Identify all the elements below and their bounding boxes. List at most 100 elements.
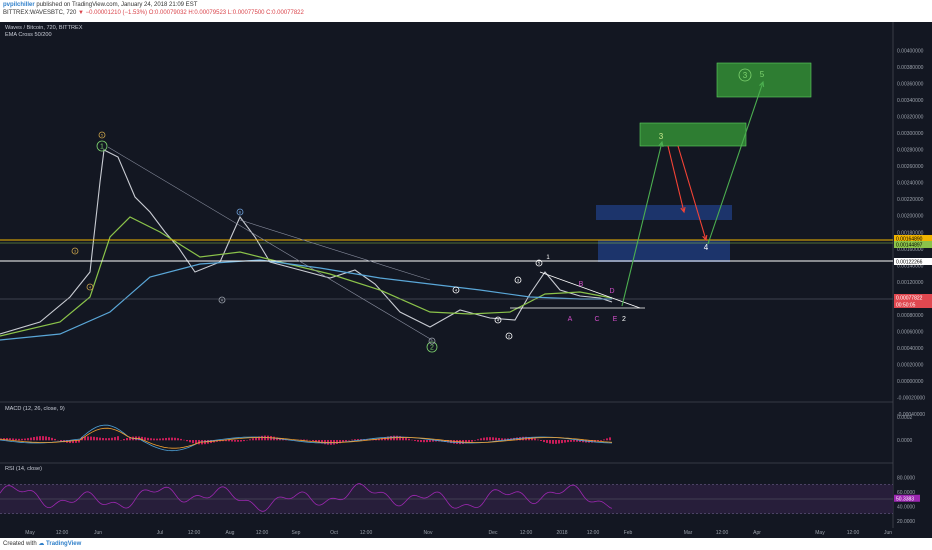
ohlc-values: O:0.00079032 H:0.00079523 L:0.00077500 C… [148,10,304,16]
wave-3-label: 3 [659,132,664,141]
macd-histogram-bar [489,437,491,441]
y-tick-label: 0.00200000 [897,214,924,220]
wave3-target-box [639,122,747,147]
macd-histogram-bar [33,437,35,441]
x-tick-label: May [815,530,825,536]
macd-histogram-bar [162,438,164,441]
x-tick-label: Oct [330,530,338,536]
macd-histogram-bar [558,440,560,444]
macd-histogram-bar [354,439,356,441]
macd-tick: 0.0000 [897,438,913,444]
y-tick-label: 0.00060000 [897,329,924,335]
macd-histogram-bar [90,436,92,441]
macd-histogram-bar [186,440,188,442]
macd-histogram-bar [15,438,17,441]
chart-background [0,22,932,538]
y-tick-label: 0.00080000 [897,313,924,319]
y-tick-label: 0.00040000 [897,346,924,352]
macd-histogram-bar [177,438,179,441]
macd-histogram-bar [153,438,155,441]
macd-histogram-bar [243,440,245,442]
macd-histogram-bar [351,439,353,441]
macd-histogram-bar [156,438,158,441]
macd-histogram-bar [231,440,233,442]
macd-histogram-bar [423,440,425,443]
wave-4-label: 4 [704,243,709,252]
macd-histogram-bar [477,439,479,441]
symbol-line: BITTREX:WAVESBTC, 720 [3,10,77,16]
macd-histogram-bar [408,438,410,441]
wave5-target-box [716,62,812,98]
macd-histogram-bar [165,437,167,441]
macd-legend: MACD (12, 26, close, 9) [5,406,65,412]
macd-histogram-bar [102,438,104,441]
y-tick-label: 0.00400000 [897,49,924,55]
macd-histogram-bar [126,437,128,441]
x-tick-label: 12:00 [256,530,269,536]
macd-histogram-bar [111,437,113,441]
x-tick-label: Jun [94,530,102,536]
author-name[interactable]: pvpilchiller [3,2,35,8]
macd-histogram-bar [105,438,107,441]
footer-created: Created with [3,541,37,547]
x-tick-label: 12:00 [188,530,201,536]
wave-D-label: D [609,288,614,295]
down-arrow-icon: ▼ [78,10,84,16]
macd-histogram-bar [609,437,611,441]
x-tick-label: Dec [489,530,498,536]
change-value: ▼ −0.00001210 (−1.53%) [78,10,147,16]
macd-histogram-bar [555,440,557,444]
chart-header: pvpilchiller published on TradingView.co… [0,0,932,22]
y-tick-label: 0.00340000 [897,98,924,104]
macd-histogram-bar [123,438,125,441]
x-tick-label: Jul [157,530,163,536]
macd-histogram-bar [450,440,452,444]
macd-histogram-bar [27,438,29,441]
macd-histogram-bar [414,440,416,441]
footer-brand[interactable]: TradingView [46,541,81,547]
macd-histogram-bar [228,440,230,442]
macd-histogram-bar [24,438,26,441]
x-tick-label: Aug [226,530,235,536]
macd-histogram-bar [417,440,419,442]
x-tick-label: 12:00 [520,530,533,536]
x-tick-label: 2018 [556,530,567,536]
macd-histogram-bar [537,439,539,441]
macd-histogram-bar [54,438,56,441]
y-tick-label: 0.00220000 [897,197,924,203]
macd-histogram-bar [336,440,338,445]
y-tick-label: 0.00300000 [897,131,924,137]
macd-histogram-bar [546,440,548,443]
macd-histogram-bar [174,437,176,441]
macd-histogram-bar [411,439,413,441]
y-tick-label: 0.00000000 [897,379,924,385]
y-tick-label: 0.00280000 [897,148,924,154]
x-tick-label: 12:00 [847,530,860,536]
x-tick-label: Feb [624,530,633,536]
y-tick-label: -0.00020000 [897,395,925,401]
price-chart[interactable]: 12343 5534BA44235C1ABCDE 2 0.004000000.003… [0,22,932,538]
resistance-zone-box [596,205,732,220]
wave-5-label: 5 [760,70,765,79]
x-tick-label: 12:00 [56,530,69,536]
macd-histogram-bar [168,437,170,441]
minor-wave-label: B [239,209,242,214]
macd-histogram-bar [606,438,608,441]
x-tick-label: 12:00 [716,530,729,536]
macd-histogram-bar [252,438,254,441]
x-tick-label: Apr [753,530,761,536]
wave-2-label: 2 [430,344,434,351]
macd-histogram-bar [303,439,305,441]
macd-histogram-bar [600,440,602,441]
macd-histogram-bar [147,437,149,441]
change-text: −0.00001210 (−1.53%) [85,10,148,16]
macd-histogram-bar [12,438,14,441]
macd-histogram-bar [426,440,428,443]
macd-histogram-bar [261,435,263,441]
macd-histogram-bar [240,440,242,442]
x-tick-label: Sep [292,530,301,536]
chart-legend: Waves / Bitcoin, 720, BITTREX EMA Cross … [5,25,83,39]
macd-histogram-bar [21,438,23,441]
macd-histogram-bar [471,440,473,442]
macd-histogram-bar [573,440,575,442]
